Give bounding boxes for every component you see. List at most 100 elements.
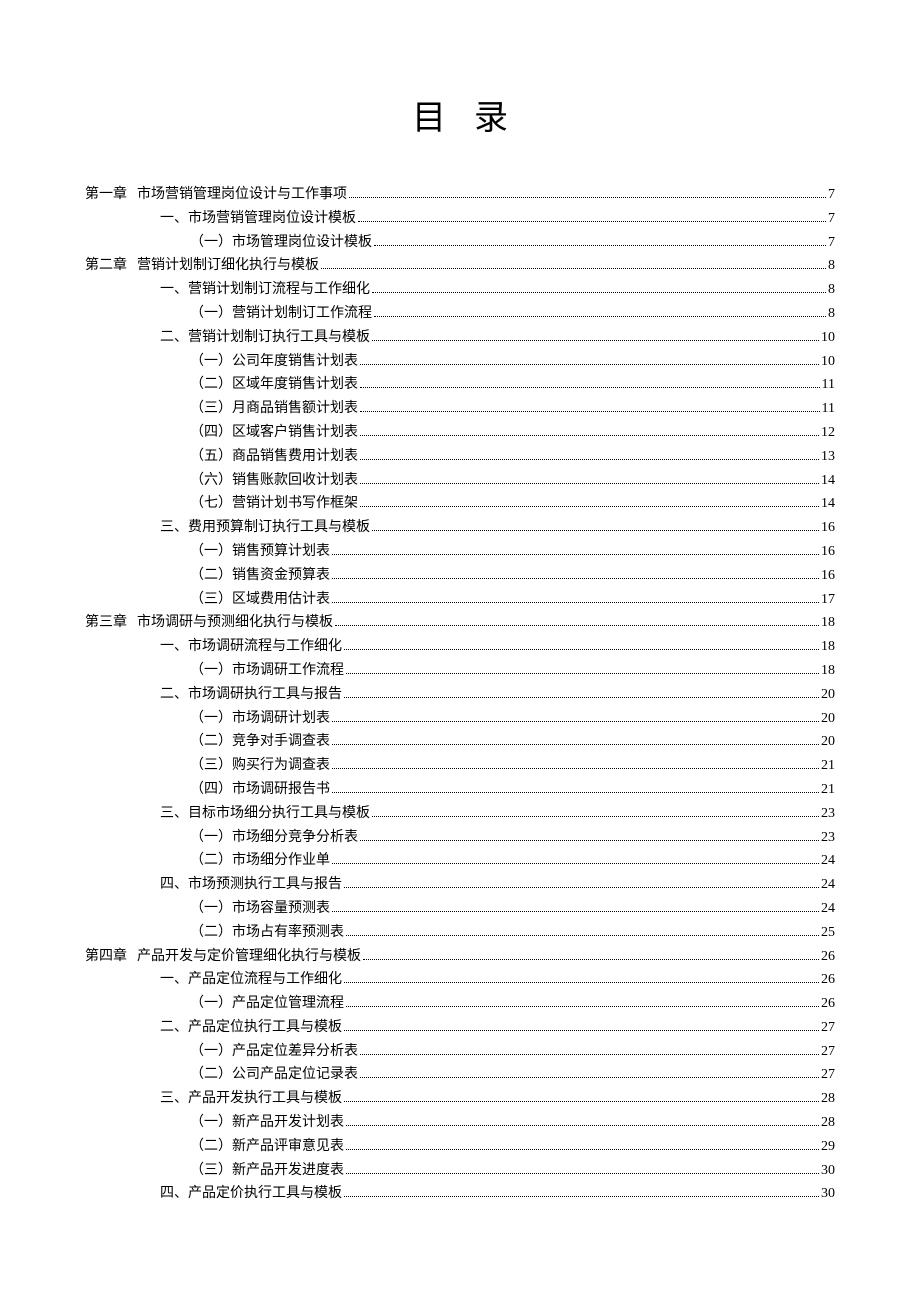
toc-dot-leader — [332, 554, 819, 555]
table-of-contents: 第一章市场营销管理岗位设计与工作事项7一、市场营销管理岗位设计模板7（一）市场管… — [85, 183, 835, 1206]
toc-page-number: 18 — [821, 659, 835, 683]
toc-dot-leader — [332, 911, 819, 912]
toc-dot-leader — [344, 1101, 819, 1102]
toc-entry-text: （三）区域费用估计表 — [85, 588, 330, 612]
toc-dot-leader — [346, 1149, 819, 1150]
toc-entry-text: （二）市场细分作业单 — [85, 849, 330, 873]
toc-page-number: 27 — [821, 1063, 835, 1087]
toc-entry: （四）区域客户销售计划表12 — [85, 421, 835, 445]
toc-entry: （二）新产品评审意见表29 — [85, 1135, 835, 1159]
toc-entry: （一）营销计划制订工作流程 8 — [85, 302, 835, 326]
toc-entry: 一、市场营销管理岗位设计模板 7 — [85, 207, 835, 231]
toc-entry-text: （二）竞争对手调查表 — [85, 730, 330, 754]
toc-entry: （一）产品定位管理流程26 — [85, 992, 835, 1016]
toc-page-number: 10 — [821, 326, 835, 350]
toc-entry-text: 营销计划制订细化执行与模板 — [137, 254, 319, 278]
toc-entry: （一）市场管理岗位设计模板 7 — [85, 231, 835, 255]
toc-dot-leader — [332, 863, 819, 864]
toc-entry: （一）产品定位差异分析表 27 — [85, 1040, 835, 1064]
toc-page-number: 30 — [821, 1182, 835, 1206]
toc-entry-text: （一）市场容量预测表 — [85, 897, 330, 921]
toc-dot-leader — [332, 578, 819, 579]
toc-entry: （一）市场调研工作流程 18 — [85, 659, 835, 683]
toc-entry: （二）区域年度销售计划表 11 — [85, 373, 835, 397]
toc-entry: （五）商品销售费用计划表13 — [85, 445, 835, 469]
toc-dot-leader — [332, 744, 819, 745]
toc-dot-leader — [360, 840, 819, 841]
toc-page-number: 11 — [822, 373, 835, 397]
toc-entry: 一、产品定位流程与工作细化26 — [85, 968, 835, 992]
toc-entry: （一）市场细分竞争分析表23 — [85, 826, 835, 850]
toc-page-number: 8 — [828, 278, 835, 302]
toc-entry: （三）购买行为调查表21 — [85, 754, 835, 778]
toc-dot-leader — [346, 673, 819, 674]
toc-page-number: 13 — [821, 445, 835, 469]
toc-dot-leader — [358, 221, 826, 222]
toc-entry-text: 二、营销计划制订执行工具与模板 — [85, 326, 370, 350]
toc-chapter-label: 第三章 — [85, 611, 137, 635]
toc-entry-text: （一）产品定位差异分析表 — [85, 1040, 358, 1064]
toc-dot-leader — [360, 435, 819, 436]
toc-page-number: 8 — [828, 302, 835, 326]
toc-page-number: 23 — [821, 826, 835, 850]
toc-dot-leader — [346, 1006, 819, 1007]
toc-entry: （一）公司年度销售计划表10 — [85, 350, 835, 374]
toc-dot-leader — [332, 792, 819, 793]
toc-entry: 三、目标市场细分执行工具与模板 23 — [85, 802, 835, 826]
toc-entry-text: （二）新产品评审意见表 — [85, 1135, 344, 1159]
toc-dot-leader — [374, 316, 826, 317]
toc-page-number: 26 — [821, 992, 835, 1016]
toc-entry-text: （三）购买行为调查表 — [85, 754, 330, 778]
toc-entry-text: （七）营销计划书写作框架 — [85, 492, 358, 516]
toc-entry-text: 三、目标市场细分执行工具与模板 — [85, 802, 370, 826]
toc-entry: （二）销售资金预算表16 — [85, 564, 835, 588]
toc-dot-leader — [332, 602, 819, 603]
toc-entry: 第二章营销计划制订细化执行与模板8 — [85, 254, 835, 278]
toc-entry-text: （一）销售预算计划表 — [85, 540, 330, 564]
toc-chapter-label: 第一章 — [85, 183, 137, 207]
toc-page-number: 24 — [821, 897, 835, 921]
toc-page-number: 23 — [821, 802, 835, 826]
toc-entry-text: （一）营销计划制订工作流程 — [85, 302, 372, 326]
toc-entry-text: 一、市场营销管理岗位设计模板 — [85, 207, 356, 231]
toc-dot-leader — [360, 411, 820, 412]
toc-entry-text: 市场调研与预测细化执行与模板 — [137, 611, 333, 635]
toc-entry: 二、营销计划制订执行工具与模板 10 — [85, 326, 835, 350]
toc-page-number: 8 — [828, 254, 835, 278]
toc-dot-leader — [372, 816, 819, 817]
toc-entry-text: （四）市场调研报告书 — [85, 778, 330, 802]
toc-page-number: 7 — [828, 231, 835, 255]
toc-page-number: 18 — [821, 635, 835, 659]
toc-page-number: 16 — [821, 564, 835, 588]
toc-entry-text: （一）市场调研工作流程 — [85, 659, 344, 683]
toc-dot-leader — [360, 387, 820, 388]
toc-entry-text: （六）销售账款回收计划表 — [85, 469, 358, 493]
toc-page-number: 7 — [828, 207, 835, 231]
toc-entry-text: （二）公司产品定位记录表 — [85, 1063, 358, 1087]
toc-page-number: 21 — [821, 778, 835, 802]
toc-entry-text: 三、产品开发执行工具与模板 — [85, 1087, 342, 1111]
toc-dot-leader — [372, 530, 819, 531]
toc-entry-text: （一）市场管理岗位设计模板 — [85, 231, 372, 255]
toc-page-number: 14 — [821, 469, 835, 493]
toc-entry: 一、市场调研流程与工作细化18 — [85, 635, 835, 659]
toc-page-number: 24 — [821, 849, 835, 873]
toc-entry: （七）营销计划书写作框架14 — [85, 492, 835, 516]
toc-dot-leader — [360, 506, 819, 507]
toc-entry-text: （二）区域年度销售计划表 — [85, 373, 358, 397]
toc-dot-leader — [360, 459, 819, 460]
toc-chapter-label: 第四章 — [85, 945, 137, 969]
toc-dot-leader — [346, 935, 819, 936]
toc-entry-text: 三、费用预算制订执行工具与模板 — [85, 516, 370, 540]
toc-dot-leader — [360, 1077, 819, 1078]
toc-page-number: 27 — [821, 1040, 835, 1064]
toc-page-number: 20 — [821, 730, 835, 754]
toc-page-number: 28 — [821, 1087, 835, 1111]
toc-page-number: 10 — [821, 350, 835, 374]
toc-dot-leader — [321, 268, 826, 269]
toc-entry-text: （二）市场占有率预测表 — [85, 921, 344, 945]
toc-entry: 第四章产品开发与定价管理细化执行与模板26 — [85, 945, 835, 969]
toc-entry-text: （四）区域客户销售计划表 — [85, 421, 358, 445]
toc-page-number: 27 — [821, 1016, 835, 1040]
toc-page-number: 17 — [821, 588, 835, 612]
